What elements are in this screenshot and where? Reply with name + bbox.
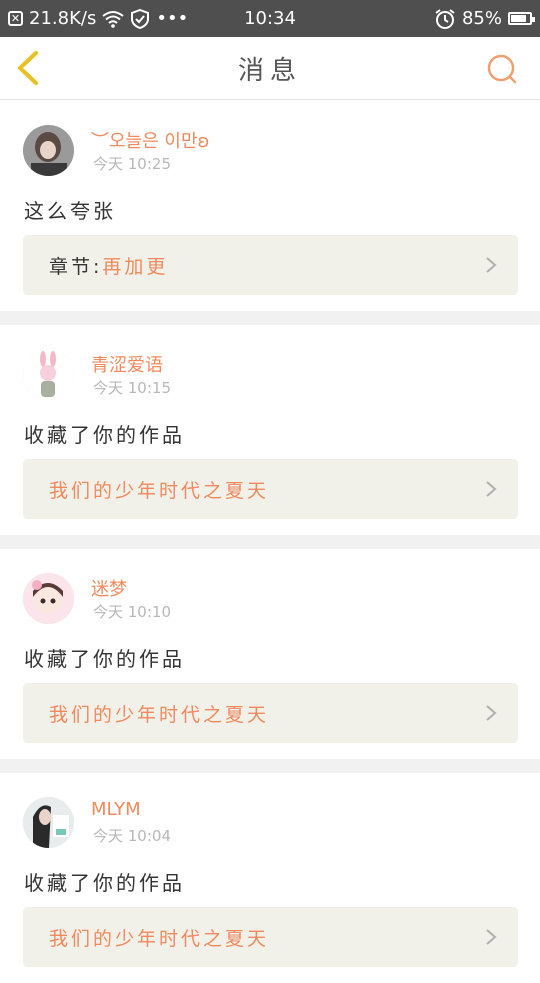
message-text: 收藏了你的作品 <box>24 423 185 447</box>
ref-title: 再加更 <box>102 255 169 278</box>
work-link[interactable]: 我们的少年时代之夏天 <box>23 907 518 967</box>
username[interactable]: 青涩爱语 <box>91 351 163 377</box>
avatar-photo <box>23 125 74 176</box>
message-item: 青涩爱语 今天 10:15 收藏了你的作品 我们的少年时代之夏天 <box>0 325 540 535</box>
message-item: ︶오늘은 이만ʚ 今天 10:25 这么夸张 章节: 再加更 <box>0 101 540 311</box>
header-bar: 消息 <box>0 37 540 100</box>
username[interactable]: ︶오늘은 이만ʚ <box>91 127 209 153</box>
message-feed: ︶오늘은 이만ʚ 今天 10:25 这么夸张 章节: 再加更 青涩爱语 今天 1… <box>0 101 540 983</box>
message-item: 迷梦 今天 10:10 收藏了你的作品 我们的少年时代之夏天 <box>0 549 540 759</box>
message-item: MLYM 今天 10:04 收藏了你的作品 我们的少年时代之夏天 <box>0 773 540 983</box>
search-button[interactable] <box>484 51 520 87</box>
ref-title: 我们的少年时代之夏天 <box>49 927 270 950</box>
avatar[interactable] <box>23 797 74 848</box>
divider <box>0 759 540 773</box>
status-right: 85% <box>434 0 535 37</box>
avatar-photo <box>23 349 74 400</box>
chevron-right-icon <box>486 481 497 497</box>
ref-title: 我们的少年时代之夏天 <box>49 479 270 502</box>
message-text: 收藏了你的作品 <box>24 871 185 895</box>
ref-label: 章节: <box>49 255 103 278</box>
ref-title: 我们的少年时代之夏天 <box>49 703 270 726</box>
battery-fill <box>511 15 526 22</box>
search-icon <box>487 54 517 84</box>
work-link[interactable]: 我们的少年时代之夏天 <box>23 459 518 519</box>
alarm-icon <box>435 8 455 29</box>
page-title: 消息 <box>237 56 302 86</box>
work-link[interactable]: 我们的少年时代之夏天 <box>23 683 518 743</box>
message-text: 收藏了你的作品 <box>24 647 185 671</box>
chevron-right-icon <box>486 257 497 273</box>
avatar-photo <box>23 573 74 624</box>
status-bar: ✕ 21.8K/s ••• 10:34 85% <box>0 0 540 37</box>
avatar[interactable] <box>23 349 74 400</box>
timestamp: 今天 10:15 <box>93 379 171 397</box>
divider <box>0 311 540 325</box>
timestamp: 今天 10:10 <box>93 603 171 621</box>
avatar-photo <box>23 797 74 848</box>
divider <box>0 535 540 549</box>
message-text: 这么夸张 <box>24 199 116 223</box>
username[interactable]: 迷梦 <box>91 575 127 601</box>
chevron-right-icon <box>486 929 497 945</box>
chapter-link[interactable]: 章节: 再加更 <box>23 235 518 295</box>
chevron-right-icon <box>486 705 497 721</box>
battery-percent: 85% <box>461 8 502 29</box>
avatar[interactable] <box>23 573 74 624</box>
avatar[interactable] <box>23 125 74 176</box>
timestamp: 今天 10:04 <box>93 827 171 845</box>
timestamp: 今天 10:25 <box>93 155 171 173</box>
username[interactable]: MLYM <box>91 799 141 820</box>
battery-icon <box>508 12 535 25</box>
